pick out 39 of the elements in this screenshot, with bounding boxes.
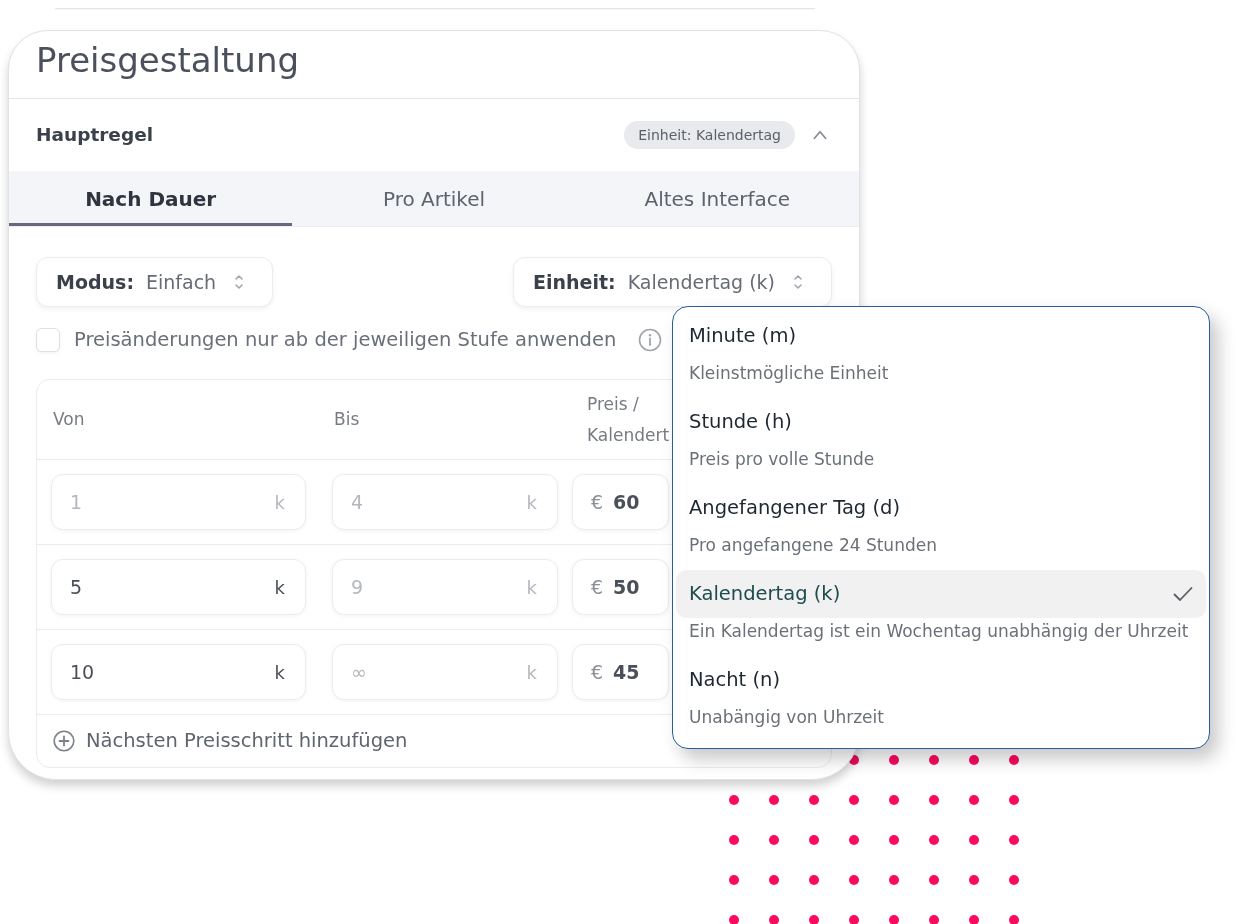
tab[interactable]: Nach Dauer [9, 171, 293, 226]
mode-select[interactable]: Modus: Einfach [36, 257, 274, 307]
dropdown-option[interactable]: Angefangener Tag (d) [676, 484, 1206, 532]
up-down-chevron-icon [793, 273, 803, 291]
checkbox[interactable] [36, 328, 60, 352]
up-down-chevron-icon [234, 273, 245, 291]
to-field: ∞ k [332, 644, 558, 700]
column-header: Bis [334, 408, 361, 432]
price-field[interactable]: € 50 [572, 559, 669, 615]
unit-tag: Einheit: Kalendertag [624, 120, 795, 150]
from-field[interactable]: 10 k [51, 644, 306, 700]
option-description: Ein Kalendertag ist ein Wochentag unabhängig der Uhrzeit [688, 620, 1190, 643]
dropdown-option[interactable]: Kalendertag (k) [676, 570, 1206, 618]
to-field: 4 k [332, 474, 558, 530]
chevron-up-icon[interactable] [812, 129, 828, 141]
checkbox-label: Preisänderungen nur ab der jeweiligen Stufe anwenden [74, 327, 617, 354]
from-field: 1 k [51, 474, 306, 530]
unit-select[interactable]: Einheit: Kalendertag (k) [513, 257, 832, 307]
dropdown-option[interactable]: Nacht (n) [676, 656, 1206, 704]
to-field: 9 k [332, 559, 558, 615]
check-icon [1173, 586, 1193, 602]
tab[interactable]: Pro Artikel [292, 171, 576, 226]
card-title: Preisgestaltung [36, 40, 300, 81]
add-step-button[interactable]: Nächsten Preisschritt hinzufügen [53, 726, 408, 756]
dropdown-option[interactable]: Stunde (h) [676, 398, 1206, 446]
option-description: Preis pro volle Stunde [688, 448, 876, 471]
option-description: Unabängig von Uhrzeit [688, 706, 885, 729]
column-header: Preis / Kalendert [587, 392, 671, 447]
tab[interactable]: Altes Interface [575, 171, 859, 226]
info-icon[interactable] [638, 328, 663, 352]
price-field[interactable]: € 60 [572, 474, 669, 530]
dropdown-option[interactable]: Minute (m) [676, 312, 1206, 360]
price-field[interactable]: € 45 [572, 644, 669, 700]
plus-circle-icon [53, 730, 75, 752]
column-header: Von [53, 408, 86, 432]
option-description: Pro angefangene 24 Stunden [688, 534, 938, 557]
from-field[interactable]: 5 k [51, 559, 306, 615]
rule-title: Hauptregel [36, 123, 154, 148]
option-description: Kleinstmögliche Einheit [688, 362, 890, 385]
